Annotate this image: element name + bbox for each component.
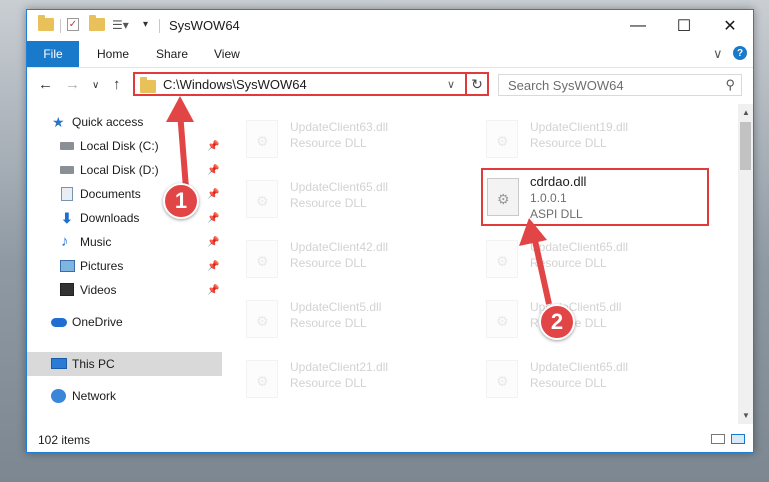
arrow-step2 — [531, 235, 552, 305]
step-2-badge: 2 — [539, 304, 575, 340]
arrowhead-step2 — [519, 218, 547, 246]
arrow-step1 — [177, 111, 189, 189]
annotation-arrows — [166, 96, 552, 305]
step-1-badge: 1 — [163, 183, 199, 219]
arrowhead-step1 — [166, 96, 194, 122]
